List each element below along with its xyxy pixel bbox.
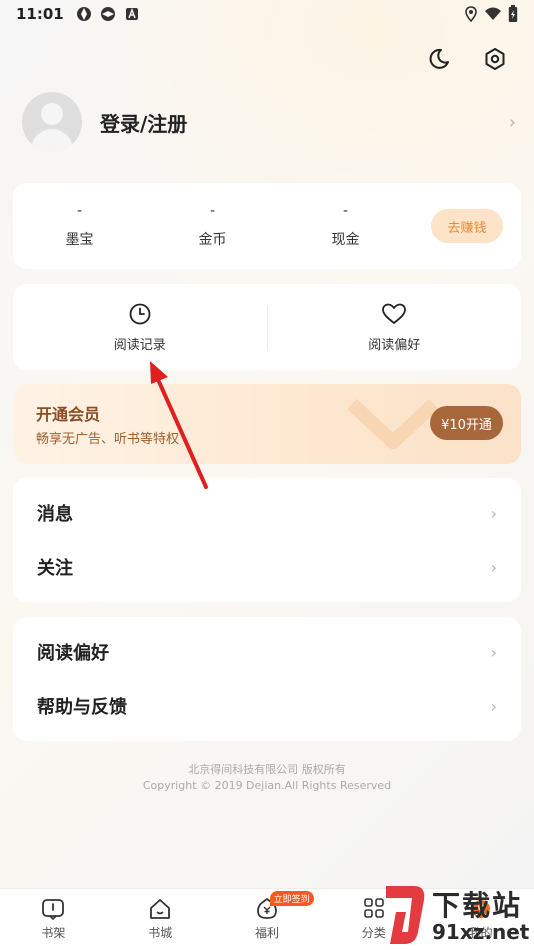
status-bar: 11:01: [0, 0, 534, 28]
vip-subscribe-button[interactable]: ¥10开通: [430, 406, 503, 440]
tab-label: 书架: [41, 926, 66, 940]
tab-bookstore[interactable]: 书城: [107, 889, 214, 950]
bookshelf-icon: [42, 899, 65, 920]
app-notification-icon: [100, 7, 115, 21]
check-in-badge[interactable]: 立即签到: [269, 891, 314, 906]
tab-welfare[interactable]: 立即签到 福利: [214, 889, 321, 950]
chevron-right-icon: ›: [490, 696, 497, 716]
avatar-body: [31, 129, 73, 152]
night-mode-button[interactable]: [424, 44, 454, 74]
wallet-stat-value: -: [76, 203, 83, 219]
watermark-text-large: 下载站: [432, 889, 523, 922]
vip-title: 开通会员: [36, 405, 101, 424]
avatar-head: [41, 103, 63, 125]
reading-preference-shortcut[interactable]: 阅读偏好: [268, 302, 522, 353]
annotation-arrow-icon: [150, 361, 208, 489]
settings-button[interactable]: [480, 44, 510, 74]
tab-label: 福利: [254, 926, 279, 940]
shortcut-label: 阅读记录: [113, 337, 166, 353]
top-actions: [424, 44, 510, 74]
watermark-logo-icon: [386, 886, 425, 944]
copyright-footer: 北京得间科技有限公司 版权所有 Copyright © 2019 Dejian.…: [0, 762, 534, 794]
chevron-right-icon: ›: [490, 503, 497, 523]
menu-group-2: 阅读偏好 › 帮助与反馈 ›: [13, 617, 521, 741]
tab-bookshelf[interactable]: 书架: [0, 889, 107, 950]
wallet-stat-coins[interactable]: - 金币: [146, 203, 279, 249]
wallet-stat-cash[interactable]: - 现金: [279, 203, 412, 249]
chevron-right-icon: ›: [490, 642, 497, 662]
profile-row[interactable]: 登录/注册 ›: [22, 92, 516, 152]
wallet-stat-label: 金币: [198, 232, 227, 248]
footer-company: 北京得间科技有限公司 版权所有: [188, 763, 346, 776]
login-register-label[interactable]: 登录/注册: [100, 108, 187, 137]
app-notification-icon: [76, 7, 91, 21]
vip-banner[interactable]: 开通会员 畅享无广告、听书等特权 ¥10开通: [13, 384, 521, 464]
chevron-right-icon: ›: [490, 557, 497, 577]
location-icon: [465, 6, 477, 22]
menu-item-label: 消息: [37, 504, 73, 525]
wifi-icon: [485, 7, 501, 20]
menu-group-1: 消息 › 关注 ›: [13, 478, 521, 602]
bookstore-icon: [150, 899, 171, 919]
battery-icon: [508, 5, 518, 22]
wallet-card: - 墨宝 - 金币 - 现金 去赚钱: [13, 183, 521, 269]
site-watermark: 下载站 91xz.net: [380, 882, 530, 950]
menu-item-label: 关注: [37, 558, 73, 579]
chevron-right-icon: ›: [508, 111, 516, 133]
shortcuts-card: 阅读记录 阅读偏好: [13, 284, 521, 370]
earn-money-button[interactable]: 去赚钱: [431, 209, 503, 243]
menu-item-label: 阅读偏好: [37, 643, 109, 664]
menu-item-reading-preference[interactable]: 阅读偏好 ›: [13, 625, 521, 679]
status-time: 11:01: [16, 5, 64, 23]
menu-item-label: 帮助与反馈: [37, 697, 127, 718]
clock-icon: [129, 303, 151, 324]
wallet-stat-value: -: [209, 203, 216, 219]
wallet-stat-label: 现金: [331, 232, 360, 248]
vip-chevron-decoration-icon: [348, 398, 438, 449]
wallet-stat-mobao[interactable]: - 墨宝: [13, 203, 146, 249]
avatar[interactable]: [22, 92, 82, 152]
wallet-stat-value: -: [342, 203, 349, 219]
menu-item-messages[interactable]: 消息 ›: [13, 486, 521, 540]
text-notification-icon: [125, 8, 138, 20]
settings-hexagon-icon: [485, 48, 505, 70]
moon-icon: [429, 48, 449, 69]
reading-history-shortcut[interactable]: 阅读记录: [13, 302, 267, 353]
shortcut-label: 阅读偏好: [368, 337, 421, 353]
menu-item-help-feedback[interactable]: 帮助与反馈 ›: [13, 679, 521, 733]
footer-copyright: Copyright © 2019 Dejian.All Rights Reser…: [142, 779, 392, 792]
heart-icon: [382, 303, 407, 324]
tab-label: 书城: [148, 926, 173, 940]
watermark-text-small: 91xz.net: [432, 920, 530, 944]
wallet-stat-label: 墨宝: [65, 232, 94, 248]
menu-item-following[interactable]: 关注 ›: [13, 540, 521, 594]
